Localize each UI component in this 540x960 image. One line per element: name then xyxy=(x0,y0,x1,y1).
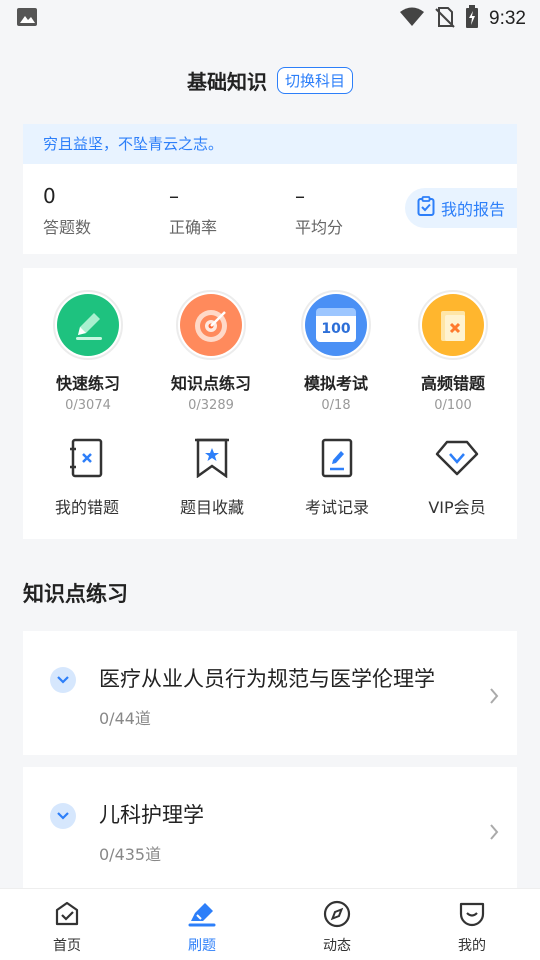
profile-icon xyxy=(432,899,512,929)
frequent-errors-button[interactable]: 高频错题 0/100 xyxy=(398,290,508,413)
exam-records-button[interactable]: 考试记录 xyxy=(282,436,392,518)
feature-label: 高频错题 xyxy=(420,374,485,393)
my-errors-button[interactable]: 我的错题 xyxy=(32,436,142,518)
practice-pen-icon xyxy=(162,899,242,929)
tab-practice[interactable]: 刷题 xyxy=(162,899,242,955)
chevron-down-icon xyxy=(57,812,69,820)
tab-label: 首页 xyxy=(53,938,81,954)
calendar-exam-icon: 100 xyxy=(305,294,367,356)
feature-icon-ring xyxy=(53,290,123,360)
features-card: 快速练习 0/3074 知识点练习 0/3289 100 模拟考试 0/18 高… xyxy=(23,268,517,539)
tool-label: 题目收藏 xyxy=(179,498,244,517)
tab-feed[interactable]: 动态 xyxy=(297,899,377,955)
feature-progress: 0/18 xyxy=(321,398,351,413)
target-icon xyxy=(180,294,242,356)
subject-card[interactable]: 儿科护理学 0/435道 xyxy=(23,767,517,891)
tab-home[interactable]: 首页 xyxy=(27,899,107,955)
feature-label: 知识点练习 xyxy=(170,374,251,393)
bottom-tab-bar: 首页 刷题 动态 我的 xyxy=(0,888,540,960)
stat-label: 平均分 xyxy=(295,218,344,237)
diamond-icon xyxy=(402,436,512,480)
feature-icon-ring xyxy=(176,290,246,360)
vip-membership-button[interactable]: VIP会员 xyxy=(402,436,512,518)
bookmark-star-icon xyxy=(157,436,267,480)
chevron-right-icon xyxy=(489,687,499,709)
chevron-right-icon xyxy=(489,823,499,845)
feature-label: 模拟考试 xyxy=(303,374,368,393)
page-header: 基础知识 切换科目 xyxy=(0,62,540,98)
stat-value: – xyxy=(295,184,305,208)
status-time: 9:32 xyxy=(489,8,526,29)
tool-label: 我的错题 xyxy=(54,498,119,517)
subject-count: 0/435道 xyxy=(99,845,162,864)
image-notification-icon xyxy=(16,6,38,32)
mock-exam-button[interactable]: 100 模拟考试 0/18 xyxy=(281,290,391,413)
feature-progress: 0/100 xyxy=(434,398,472,413)
stat-value: 0 xyxy=(43,184,56,208)
stat-value: – xyxy=(169,184,179,208)
stat-accuracy: – 正确率 xyxy=(169,182,217,238)
tool-label: VIP会员 xyxy=(428,498,486,517)
status-bar: 9:32 xyxy=(0,0,540,38)
stat-answered: 0 答题数 xyxy=(43,182,91,238)
feature-progress: 0/3074 xyxy=(65,398,111,413)
exam-score-badge: 100 xyxy=(316,308,356,342)
tab-label: 动态 xyxy=(323,938,351,954)
stat-label: 正确率 xyxy=(169,218,218,237)
switch-subject-button[interactable]: 切换科目 xyxy=(276,66,353,94)
subject-card[interactable]: 医疗从业人员行为规范与医学伦理学 0/44道 xyxy=(23,631,517,755)
expand-toggle[interactable] xyxy=(50,667,76,693)
feature-icon-ring: 100 xyxy=(301,290,371,360)
motto-banner: 穷且益坚，不坠青云之志。 xyxy=(23,124,517,164)
tool-label: 考试记录 xyxy=(304,498,369,517)
summary-card: 穷且益坚，不坠青云之志。 0 答题数 – 正确率 – 平均分 我的报告 xyxy=(23,124,517,254)
subject-count: 0/44道 xyxy=(99,709,151,728)
battery-charging-icon xyxy=(465,5,479,33)
page-title: 基础知识 xyxy=(186,69,267,94)
my-report-button[interactable]: 我的报告 xyxy=(405,188,517,228)
wifi-icon xyxy=(399,6,425,32)
subject-name: 医疗从业人员行为规范与医学伦理学 xyxy=(99,667,435,691)
feature-label: 快速练习 xyxy=(55,374,120,393)
my-report-label: 我的报告 xyxy=(441,200,506,219)
feature-progress: 0/3289 xyxy=(188,398,234,413)
error-notebook-icon xyxy=(32,436,142,480)
favorites-button[interactable]: 题目收藏 xyxy=(157,436,267,518)
quick-practice-button[interactable]: 快速练习 0/3074 xyxy=(33,290,143,413)
tab-label: 我的 xyxy=(458,938,486,954)
chevron-down-icon xyxy=(57,676,69,684)
pencil-icon xyxy=(57,294,119,356)
feature-icon-ring xyxy=(418,290,488,360)
stats-row: 0 答题数 – 正确率 – 平均分 我的报告 xyxy=(23,164,517,254)
tab-label: 刷题 xyxy=(188,938,216,954)
no-sim-icon xyxy=(435,6,455,32)
expand-toggle[interactable] xyxy=(50,803,76,829)
section-title: 知识点练习 xyxy=(23,582,128,606)
stat-label: 答题数 xyxy=(43,218,92,237)
tab-mine[interactable]: 我的 xyxy=(432,899,512,955)
exam-record-icon xyxy=(282,436,392,480)
knowledge-practice-button[interactable]: 知识点练习 0/3289 xyxy=(156,290,266,413)
error-book-icon xyxy=(422,294,484,356)
home-check-icon xyxy=(27,899,107,929)
subject-name: 儿科护理学 xyxy=(99,803,204,827)
clipboard-check-icon xyxy=(417,196,435,220)
stat-average-score: – 平均分 xyxy=(295,182,343,238)
compass-icon xyxy=(297,899,377,929)
